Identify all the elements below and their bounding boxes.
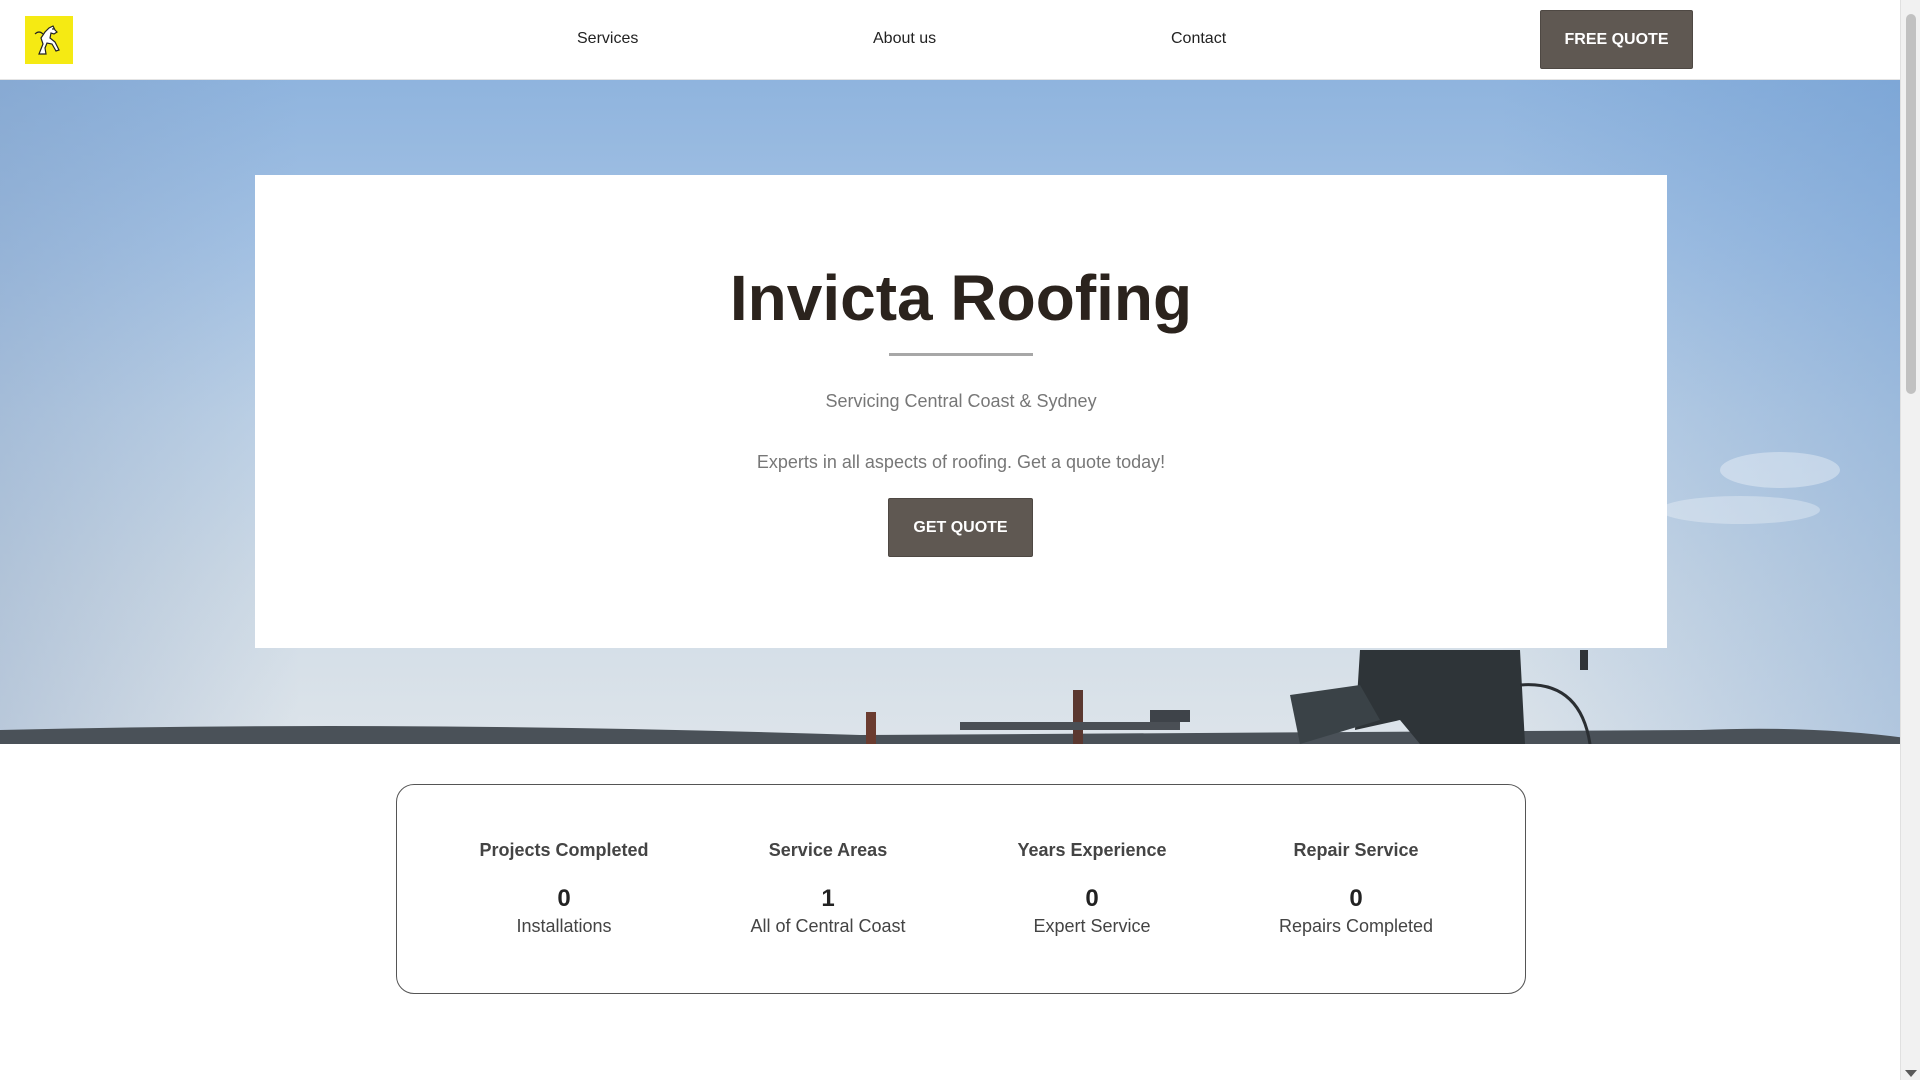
scrollbar-thumb[interactable]	[1906, 14, 1916, 394]
hero-subtitle: Servicing Central Coast & Sydney	[825, 391, 1097, 411]
stat-value: 1	[821, 885, 835, 912]
title-divider	[889, 353, 1033, 356]
stat-label: All of Central Coast	[750, 916, 906, 936]
stat-value: 0	[557, 885, 571, 912]
stats-panel: Projects Completed 0 Installations Servi…	[396, 784, 1526, 994]
horse-logo-icon[interactable]	[25, 16, 73, 64]
stat-value: 0	[1349, 885, 1363, 912]
hero-tagline: Experts in all aspects of roofing. Get a…	[756, 452, 1166, 472]
nav-link-services[interactable]: Services	[577, 29, 638, 49]
hero-card: Invicta Roofing Servicing Central Coast …	[255, 175, 1667, 648]
site-header: Services About us Contact FREE QUOTE	[0, 0, 1900, 80]
stat-label: Expert Service	[1033, 916, 1151, 936]
vertical-scrollbar[interactable]	[1900, 0, 1920, 1080]
stat-title: Projects Completed	[479, 840, 649, 860]
stat-title: Service Areas	[768, 840, 888, 860]
stat-label: Repairs Completed	[1278, 916, 1434, 936]
stat-label: Installations	[516, 916, 612, 936]
stat-value: 0	[1085, 885, 1099, 912]
stat-title: Years Experience	[1017, 840, 1167, 860]
get-quote-button[interactable]: GET QUOTE	[888, 498, 1033, 557]
page-title: Invicta Roofing	[729, 262, 1193, 334]
stat-title: Repair Service	[1293, 840, 1419, 860]
free-quote-button[interactable]: FREE QUOTE	[1540, 10, 1693, 69]
hero-section: Invicta Roofing Servicing Central Coast …	[0, 80, 1920, 744]
nav-link-about[interactable]: About us	[873, 29, 936, 49]
scroll-down-arrow-icon[interactable]	[1905, 1070, 1917, 1077]
nav-link-contact[interactable]: Contact	[1171, 29, 1226, 49]
